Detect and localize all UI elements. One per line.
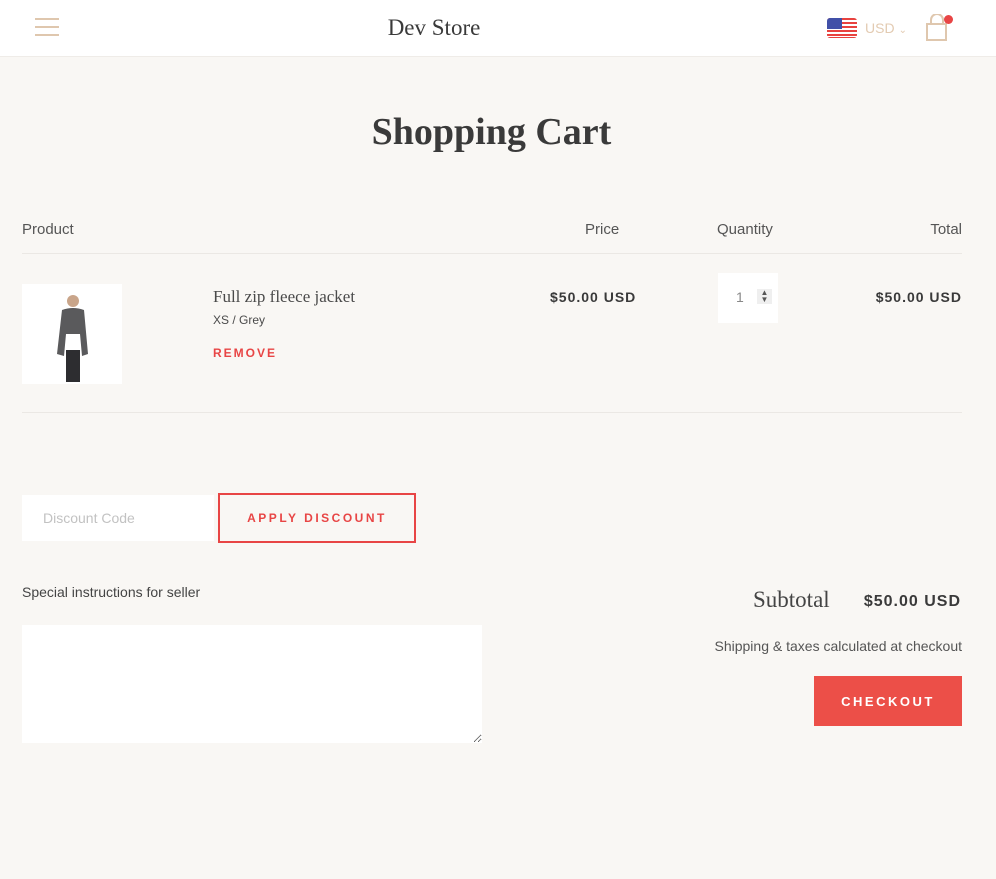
- checkout-button[interactable]: CHECKOUT: [814, 676, 962, 726]
- currency-label: USD: [865, 20, 895, 36]
- currency-selector[interactable]: USD ⌄: [865, 20, 907, 36]
- site-header: Dev Store USD ⌄: [0, 0, 996, 57]
- product-name[interactable]: Full zip fleece jacket: [213, 287, 355, 307]
- discount-code-input[interactable]: [22, 495, 214, 541]
- subtotal-value: $50.00 USD: [863, 593, 961, 610]
- header-price: Price: [585, 221, 620, 238]
- item-total: $50.00 USD: [875, 289, 962, 305]
- special-instructions-label: Special instructions for seller: [22, 584, 201, 600]
- special-instructions-textarea[interactable]: [22, 625, 482, 743]
- apply-discount-button[interactable]: APPLY DISCOUNT: [218, 493, 416, 543]
- divider: [22, 412, 962, 413]
- shipping-note: Shipping & taxes calculated at checkout: [714, 638, 963, 654]
- quantity-value[interactable]: 1: [736, 289, 744, 305]
- quantity-stepper[interactable]: 1 ▲ ▼: [718, 273, 778, 323]
- subtotal-label: Subtotal: [753, 587, 830, 612]
- spinner-arrows-icon[interactable]: ▲ ▼: [757, 289, 772, 304]
- divider: [22, 253, 962, 254]
- product-image[interactable]: [22, 284, 122, 384]
- page-title: Shopping Cart: [371, 111, 612, 153]
- us-flag-icon: [827, 18, 857, 38]
- cart-notification-dot: [944, 15, 953, 24]
- header-quantity: Quantity: [717, 221, 773, 238]
- chevron-down-icon: ⌄: [898, 25, 907, 36]
- header-total: Total: [930, 221, 962, 238]
- remove-button[interactable]: REMOVE: [213, 346, 277, 360]
- header-product: Product: [22, 221, 74, 238]
- item-price: $50.00 USD: [550, 289, 637, 305]
- product-variant: XS / Grey: [213, 313, 266, 327]
- store-name[interactable]: Dev Store: [0, 15, 868, 41]
